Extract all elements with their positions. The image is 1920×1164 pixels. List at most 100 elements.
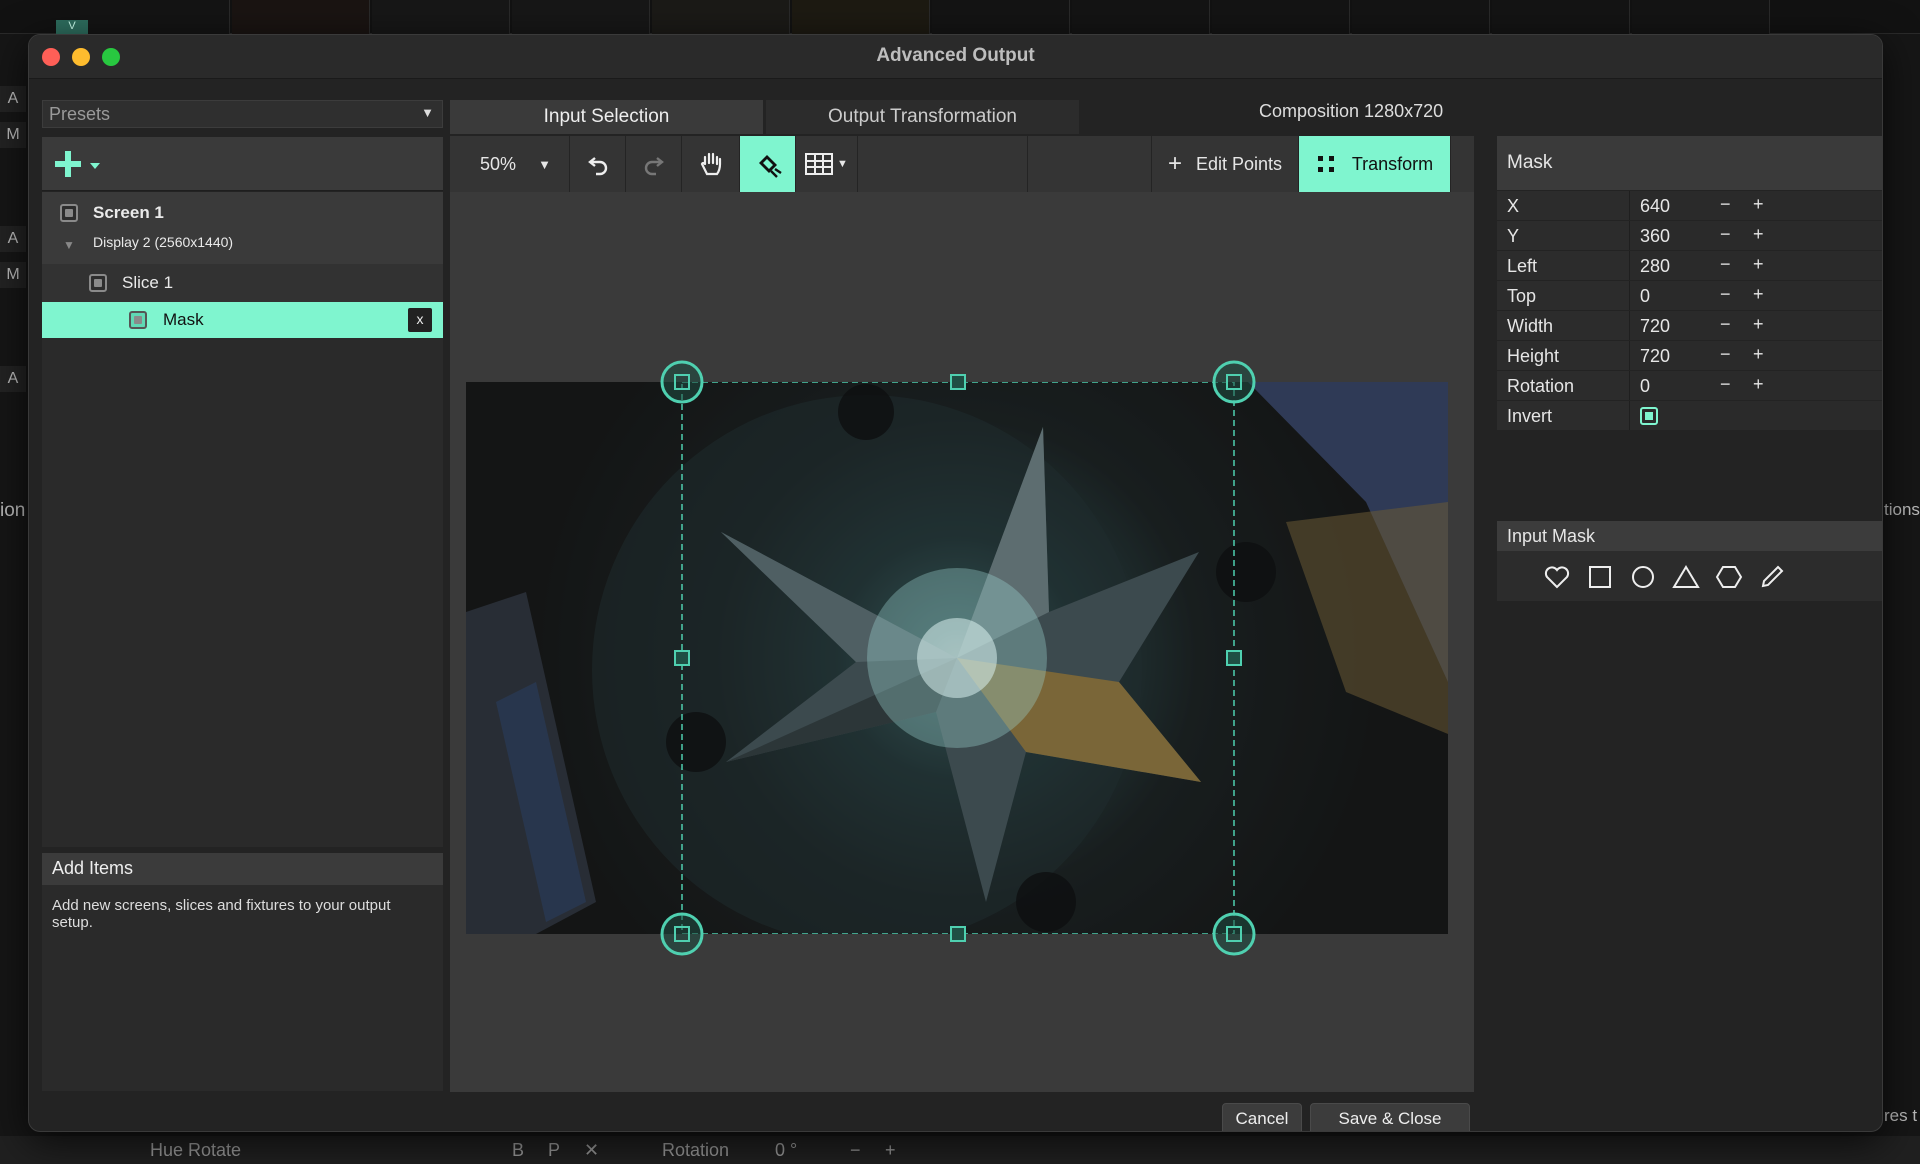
param-value: 360 — [1640, 226, 1671, 246]
background-thumbnail — [232, 0, 370, 34]
heart-mask-button[interactable] — [1543, 563, 1571, 591]
display-label: Display 2 (2560x1440) — [93, 234, 234, 250]
redo-button[interactable] — [626, 136, 682, 192]
edit-points-button[interactable]: + Edit Points — [1151, 136, 1299, 192]
rotation-value-field[interactable]: 0 − + — [1629, 371, 1882, 400]
grid-dropdown-button[interactable]: ▼ — [796, 136, 858, 192]
y-value-field[interactable]: 360 − + — [1629, 221, 1882, 250]
background-plus: + — [885, 1140, 896, 1160]
decrement-button[interactable]: − — [1720, 344, 1731, 365]
checkbox-check-icon — [1645, 412, 1653, 420]
background-v-badge: V — [56, 20, 88, 34]
increment-button[interactable]: + — [1753, 194, 1764, 215]
decrement-button[interactable]: − — [1720, 254, 1731, 275]
add-items-title: Add Items — [42, 853, 443, 885]
square-mask-button[interactable] — [1586, 563, 1614, 591]
left-value-field[interactable]: 280 − + — [1629, 251, 1882, 280]
background-thumbnail — [1212, 0, 1350, 34]
top-value-field[interactable]: 0 − + — [1629, 281, 1882, 310]
param-label: Top — [1507, 286, 1537, 306]
preview-viewport[interactable] — [450, 192, 1474, 1092]
title-bar: Advanced Output — [29, 35, 1882, 79]
remove-mask-button[interactable]: x — [408, 308, 432, 332]
tree-item-screen[interactable]: Screen 1 ▼ Display 2 (2560x1440) — [42, 192, 443, 264]
param-label: Invert — [1507, 406, 1553, 426]
save-close-button[interactable]: Save & Close — [1310, 1103, 1470, 1131]
x-value-field[interactable]: 640 − + — [1629, 191, 1882, 220]
invert-field — [1629, 401, 1882, 430]
param-row-invert: Invert — [1497, 401, 1882, 431]
param-row-left: Left 280 − + — [1497, 251, 1882, 281]
background-thumbnail — [792, 0, 930, 34]
add-item-button[interactable] — [54, 149, 114, 179]
height-value-field[interactable]: 720 − + — [1629, 341, 1882, 370]
presets-dropdown[interactable]: Presets ▼ — [42, 100, 443, 128]
hand-icon — [700, 152, 721, 176]
pan-tool-button[interactable] — [682, 136, 740, 192]
undo-icon — [587, 157, 607, 176]
zoom-dropdown[interactable]: 50% ▼ — [450, 136, 570, 192]
background-track-letter: A — [0, 366, 26, 392]
mask-select-tool-button[interactable] — [740, 136, 796, 192]
tab-output-transformation[interactable]: Output Transformation — [766, 100, 1079, 134]
tab-input-selection[interactable]: Input Selection — [450, 100, 763, 134]
background-thumbnail — [652, 0, 790, 34]
freehand-mask-button[interactable] — [1758, 563, 1786, 591]
expand-arrow-icon[interactable]: ▼ — [63, 238, 75, 252]
decrement-button[interactable]: − — [1720, 374, 1731, 395]
triangle-mask-button[interactable] — [1672, 563, 1700, 591]
cancel-button[interactable]: Cancel — [1222, 1103, 1302, 1131]
background-thumbnail — [1072, 0, 1210, 34]
increment-button[interactable]: + — [1753, 314, 1764, 335]
screen-checkbox[interactable] — [60, 204, 78, 222]
increment-button[interactable]: + — [1753, 374, 1764, 395]
hexagon-mask-button[interactable] — [1715, 563, 1743, 591]
transform-button[interactable]: Transform — [1299, 136, 1451, 192]
plus-icon: + — [1167, 150, 1182, 177]
background-x: ✕ — [584, 1140, 600, 1160]
hexagon-icon — [1715, 566, 1743, 588]
decrement-button[interactable]: − — [1720, 224, 1731, 245]
grid-icon — [805, 153, 834, 175]
add-toolbar — [42, 137, 443, 191]
circle-mask-button[interactable] — [1629, 563, 1657, 591]
background-b: B — [512, 1140, 525, 1160]
magnet-select-icon — [758, 155, 782, 178]
increment-button[interactable]: + — [1753, 224, 1764, 245]
invert-checkbox[interactable] — [1640, 407, 1658, 425]
background-thumbnail — [372, 0, 510, 34]
background-thumbnail — [512, 0, 650, 34]
slice-checkbox[interactable] — [89, 274, 107, 292]
mask-transform-overlay — [681, 382, 1235, 934]
background-track-letter: M — [0, 122, 26, 148]
dropdown-arrow-icon: ▼ — [538, 156, 551, 172]
width-value-field[interactable]: 720 − + — [1629, 311, 1882, 340]
param-label: Height — [1507, 346, 1560, 366]
param-label: Rotation — [1507, 376, 1575, 396]
dropdown-arrow-icon: ▼ — [837, 158, 848, 170]
undo-button[interactable] — [570, 136, 626, 192]
background-track-letter: A — [0, 86, 26, 112]
param-row-height: Height 720 − + — [1497, 341, 1882, 371]
composition-size-label: Composition 1280x720 — [1259, 101, 1444, 121]
background-track-letter: A — [0, 226, 26, 252]
background-rotation-value: 0 ° — [775, 1140, 798, 1160]
increment-button[interactable]: + — [1753, 344, 1764, 365]
tree-item-slice[interactable]: Slice 1 — [42, 264, 443, 302]
decrement-button[interactable]: − — [1720, 314, 1731, 335]
increment-button[interactable]: + — [1753, 254, 1764, 275]
input-mask-title: Input Mask — [1497, 521, 1882, 551]
redo-icon — [644, 157, 664, 176]
mask-checkbox[interactable] — [129, 311, 147, 329]
param-value: 0 — [1640, 286, 1651, 306]
background-hue-rotate: Hue Rotate — [150, 1140, 242, 1160]
param-label: Y — [1507, 226, 1520, 246]
triangle-icon — [1672, 565, 1700, 588]
tree-item-mask[interactable]: Mask x — [42, 302, 443, 338]
mask-panel-title: Mask — [1497, 136, 1882, 190]
decrement-button[interactable]: − — [1720, 194, 1731, 215]
decrement-button[interactable]: − — [1720, 284, 1731, 305]
increment-button[interactable]: + — [1753, 284, 1764, 305]
background-track-letter: M — [0, 262, 26, 288]
param-row-width: Width 720 − + — [1497, 311, 1882, 341]
